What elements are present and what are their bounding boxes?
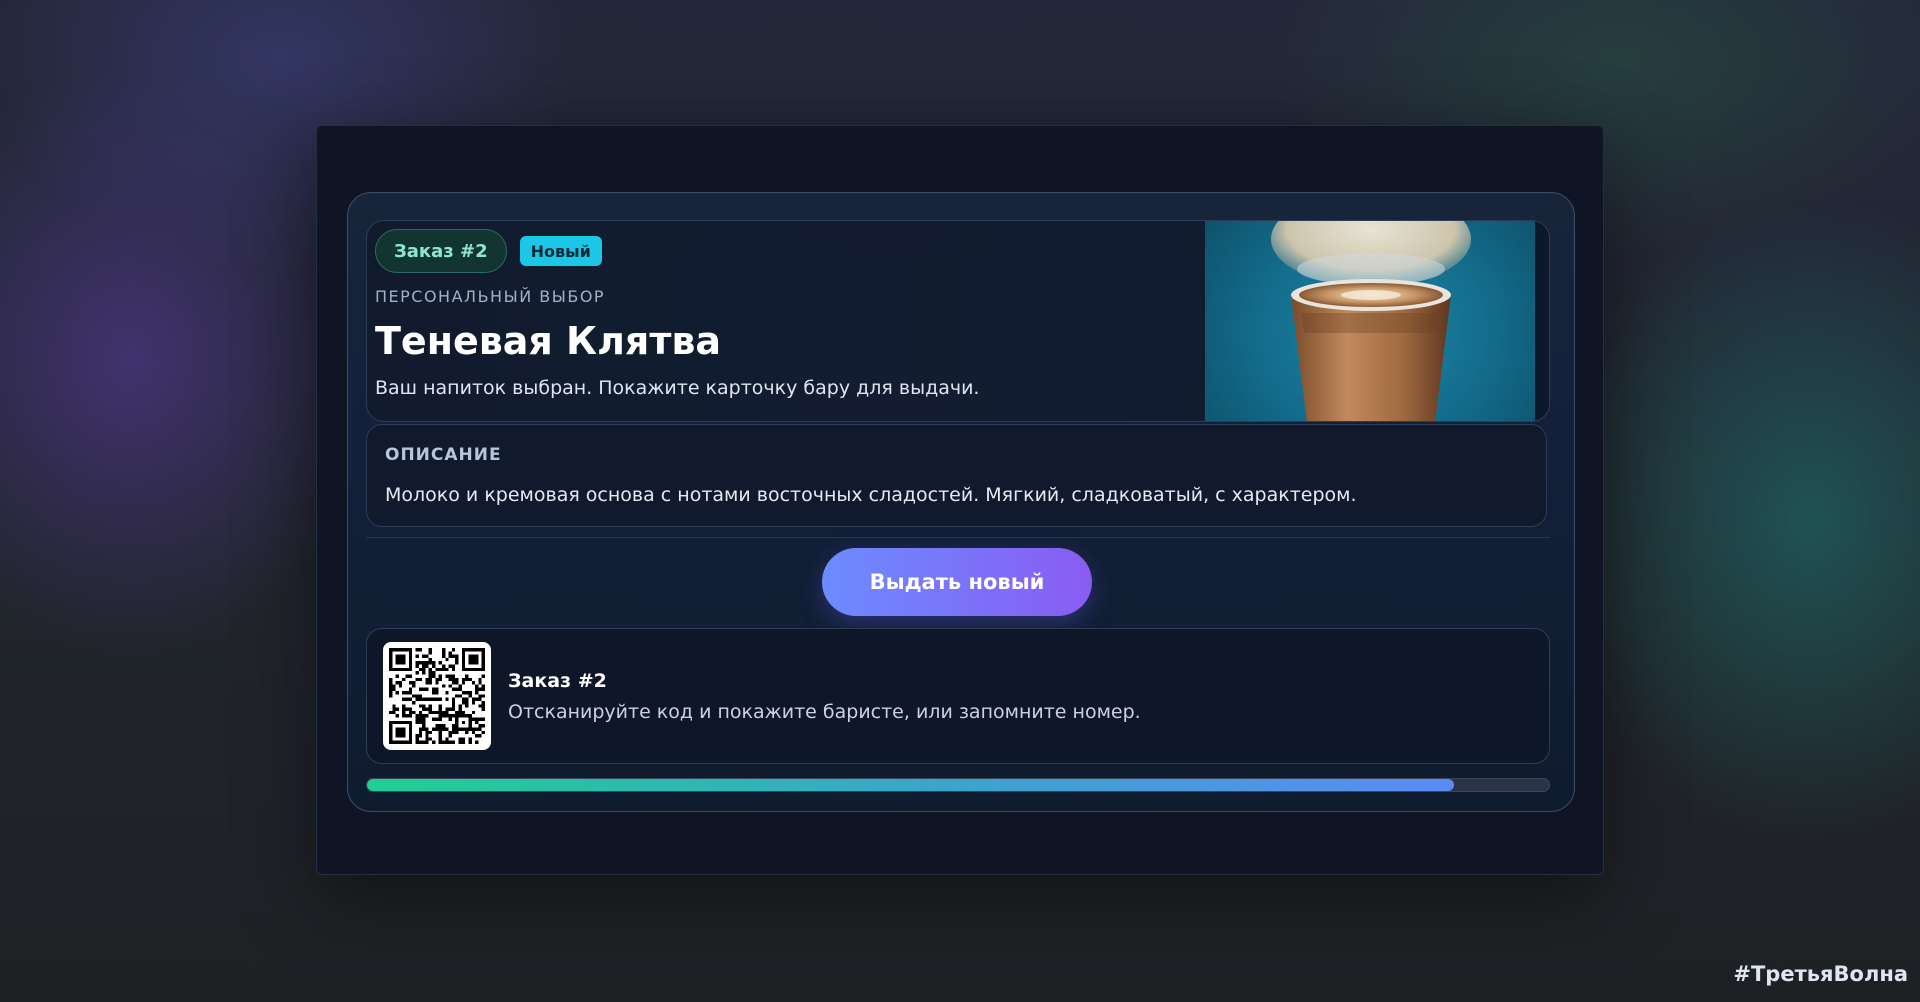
qr-code-icon	[383, 642, 491, 750]
coffee-cup-icon	[1271, 221, 1471, 421]
drink-header-panel: Заказ #2 Новый ПЕРСОНАЛЬНЫЙ ВЫБОР Тенева…	[366, 220, 1550, 422]
hashtag-label: #ТретьяВолна	[1733, 962, 1908, 986]
coffee-cup-image	[1205, 221, 1535, 421]
qr-code-graphic	[389, 648, 485, 744]
progress-bar	[366, 778, 1550, 792]
order-number-pill: Заказ #2	[375, 229, 507, 273]
drink-title: Теневая Клятва	[375, 319, 722, 363]
badges-row: Заказ #2 Новый	[375, 229, 602, 273]
qr-order-title: Заказ #2	[508, 670, 607, 692]
description-text: Молоко и кремовая основа с нотами восточ…	[385, 484, 1357, 506]
order-card: Заказ #2 Новый ПЕРСОНАЛЬНЫЙ ВЫБОР Тенева…	[347, 192, 1575, 812]
description-label: ОПИСАНИЕ	[385, 445, 502, 465]
kicker-label: ПЕРСОНАЛЬНЫЙ ВЫБОР	[375, 287, 606, 306]
issue-new-button[interactable]: Выдать новый	[822, 548, 1092, 616]
description-panel: ОПИСАНИЕ Молоко и кремовая основа с нота…	[366, 424, 1547, 527]
drink-subtitle: Ваш напиток выбран. Покажите карточку ба…	[375, 377, 980, 399]
qr-instruction-text: Отсканируйте код и покажите баристе, или…	[508, 701, 1141, 723]
progress-fill	[367, 779, 1455, 791]
status-badge: Новый	[519, 236, 602, 266]
app-window: Заказ #2 Новый ПЕРСОНАЛЬНЫЙ ВЫБОР Тенева…	[316, 125, 1604, 875]
divider	[366, 537, 1550, 538]
qr-panel: Заказ #2 Отсканируйте код и покажите бар…	[366, 628, 1550, 764]
